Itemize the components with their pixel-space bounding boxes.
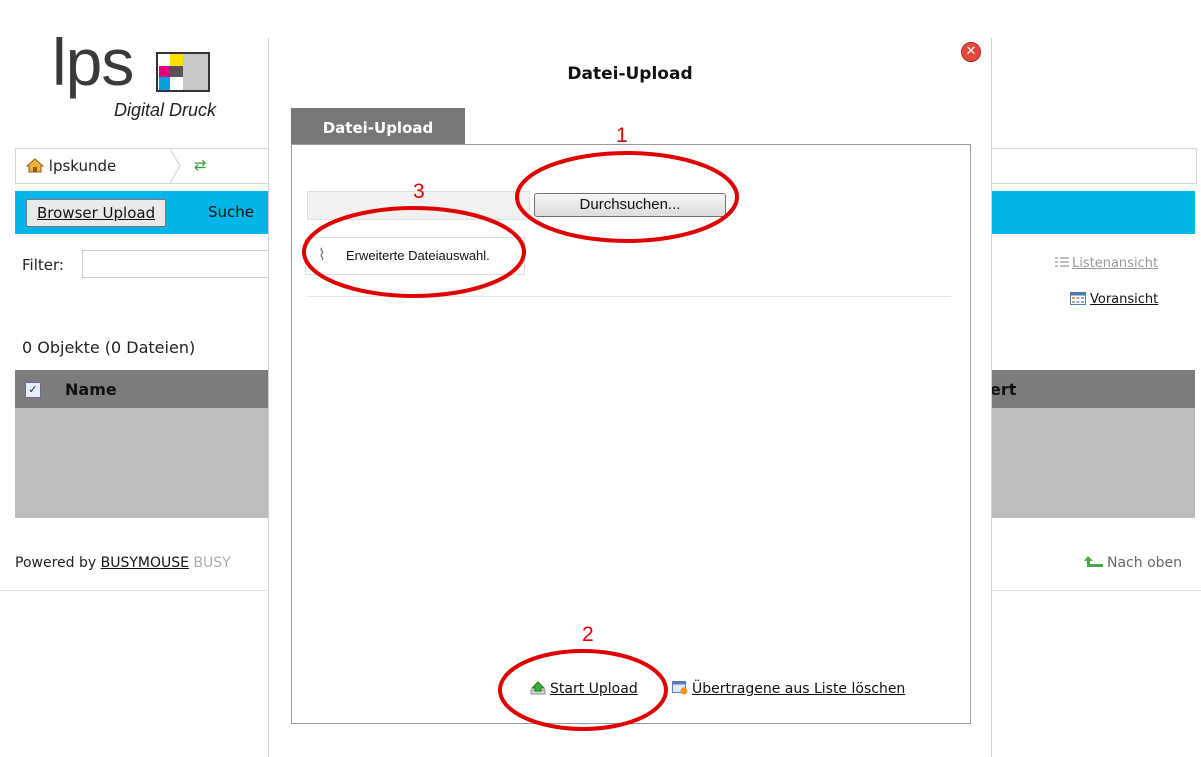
annotation-circle-2	[498, 649, 668, 731]
annotation-circle-3	[302, 206, 526, 298]
annotation-number-2: 2	[582, 623, 594, 646]
annotation-layer	[302, 151, 739, 731]
annotation-circle-1	[515, 151, 739, 243]
annotation-number-1: 1	[616, 124, 628, 147]
annotation-number-3: 3	[413, 180, 425, 203]
